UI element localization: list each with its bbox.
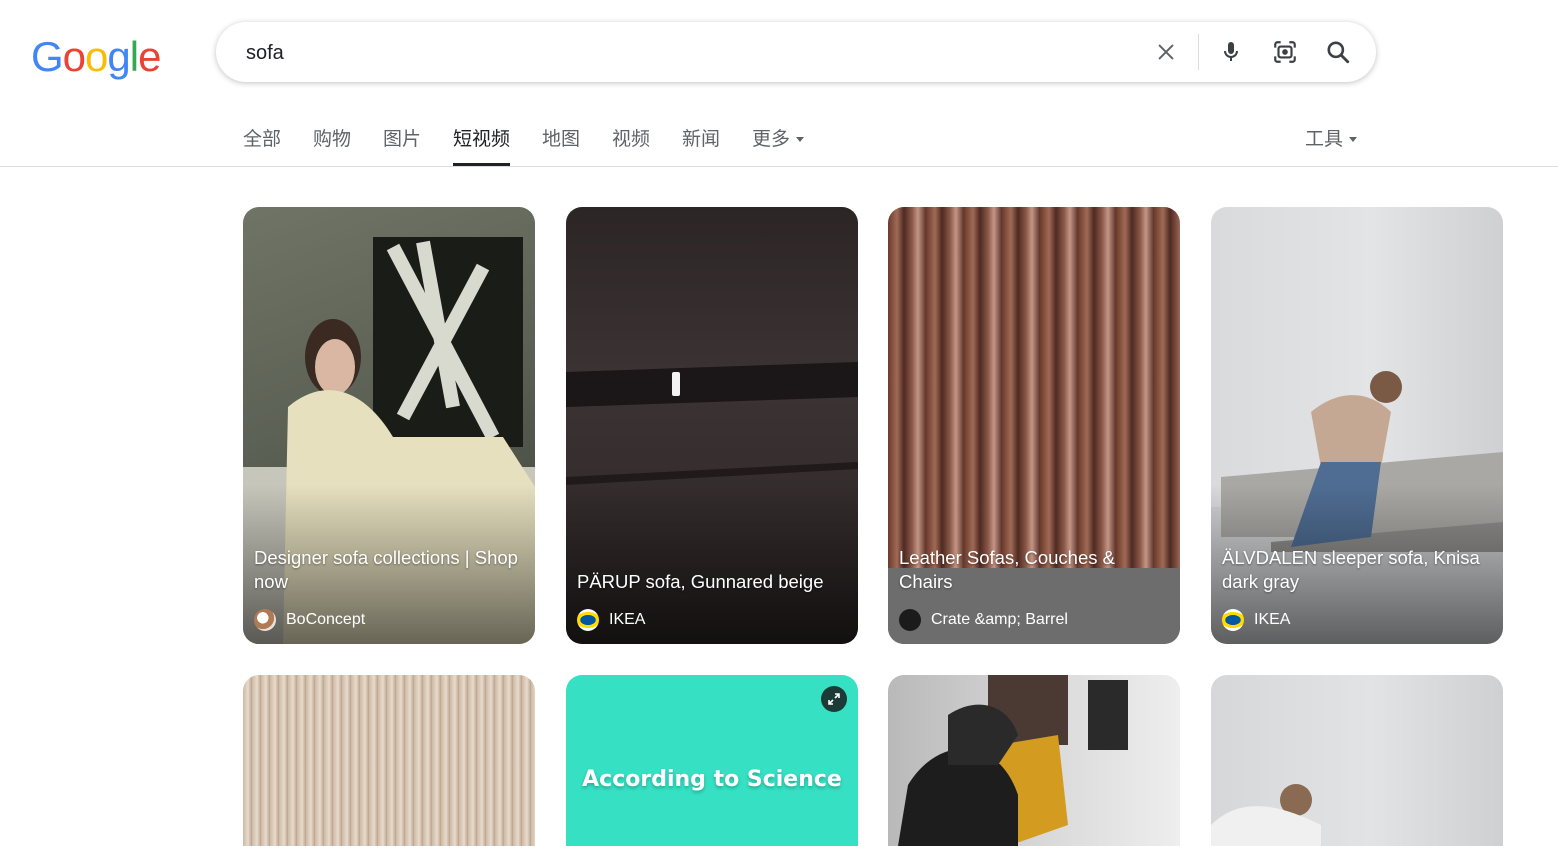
tab-more[interactable]: 更多 xyxy=(752,124,805,166)
logo-letter: g xyxy=(107,33,130,80)
video-title: ÄLVDALEN sleeper sofa, Knisa dark gray xyxy=(1222,547,1480,592)
tab-short-videos[interactable]: 短视频 xyxy=(453,124,511,166)
tab-label: 全部 xyxy=(243,128,282,150)
search-divider xyxy=(1198,34,1199,70)
video-title: Designer sofa collections | Shop now xyxy=(254,547,518,592)
google-logo[interactable]: Google xyxy=(31,33,161,81)
caret-down-icon xyxy=(796,137,805,142)
logo-letter: o xyxy=(85,33,108,80)
tools-label: 工具 xyxy=(1305,128,1344,150)
source-name: IKEA xyxy=(1254,611,1291,628)
ikea-favicon-icon xyxy=(577,609,599,631)
source-name: IKEA xyxy=(609,611,646,628)
tab-images[interactable]: 图片 xyxy=(383,124,421,166)
tab-label: 图片 xyxy=(383,128,422,150)
video-source: IKEA xyxy=(577,609,645,631)
logo-letter: G xyxy=(31,33,64,80)
ikea-favicon-icon xyxy=(1222,609,1244,631)
tab-label: 视频 xyxy=(612,128,651,150)
tab-shopping[interactable]: 购物 xyxy=(313,124,351,166)
search-icon[interactable] xyxy=(1324,38,1352,66)
tab-maps[interactable]: 地图 xyxy=(542,124,580,166)
tab-label: 短视频 xyxy=(453,128,511,150)
video-result-card[interactable] xyxy=(888,675,1180,846)
logo-letter: o xyxy=(62,33,86,80)
tools-button[interactable]: 工具 xyxy=(1305,124,1358,151)
video-thumbnail xyxy=(1211,675,1503,846)
tab-label: 更多 xyxy=(752,128,791,150)
search-box xyxy=(216,22,1376,82)
microphone-icon[interactable] xyxy=(1217,38,1245,66)
tab-news[interactable]: 新闻 xyxy=(682,124,720,166)
crate-barrel-favicon-icon xyxy=(899,609,921,631)
camera-lens-icon[interactable] xyxy=(1271,38,1299,66)
video-thumbnail xyxy=(888,675,1180,846)
boconcept-favicon-icon xyxy=(254,609,276,631)
tab-label: 新闻 xyxy=(682,128,721,150)
video-source: Crate &amp; Barrel xyxy=(899,609,1068,631)
video-result-card[interactable]: According to Science xyxy=(566,675,858,846)
source-name: Crate &amp; Barrel xyxy=(931,611,1068,628)
tab-label: 购物 xyxy=(313,128,352,150)
caret-down-icon xyxy=(1349,137,1358,142)
tab-all[interactable]: 全部 xyxy=(243,124,281,166)
logo-letter: e xyxy=(138,33,161,80)
search-input[interactable] xyxy=(244,36,1128,70)
tabs-divider xyxy=(0,166,1558,167)
overlay-text: According to Science xyxy=(582,767,842,792)
tab-label: 地图 xyxy=(542,128,581,150)
video-source: BoConcept xyxy=(254,609,365,631)
video-title: Leather Sofas, Couches & Chairs xyxy=(899,547,1115,592)
video-result-card[interactable]: Leather Sofas, Couches & Chairs Crate &a… xyxy=(888,207,1180,644)
tab-videos[interactable]: 视频 xyxy=(612,124,650,166)
video-result-card[interactable] xyxy=(243,675,535,846)
expand-icon[interactable] xyxy=(821,686,847,712)
video-result-card[interactable]: Designer sofa collections | Shop now BoC… xyxy=(243,207,535,644)
video-title: PÄRUP sofa, Gunnared beige xyxy=(577,571,824,592)
video-result-card[interactable]: PÄRUP sofa, Gunnared beige IKEA xyxy=(566,207,858,644)
video-thumbnail xyxy=(243,675,535,846)
source-name: BoConcept xyxy=(286,611,366,628)
video-source: IKEA xyxy=(1222,609,1290,631)
video-result-card[interactable] xyxy=(1211,675,1503,846)
logo-letter: l xyxy=(129,33,139,80)
clear-icon[interactable] xyxy=(1152,38,1180,66)
video-result-card[interactable]: ÄLVDALEN sleeper sofa, Knisa dark gray I… xyxy=(1211,207,1503,644)
